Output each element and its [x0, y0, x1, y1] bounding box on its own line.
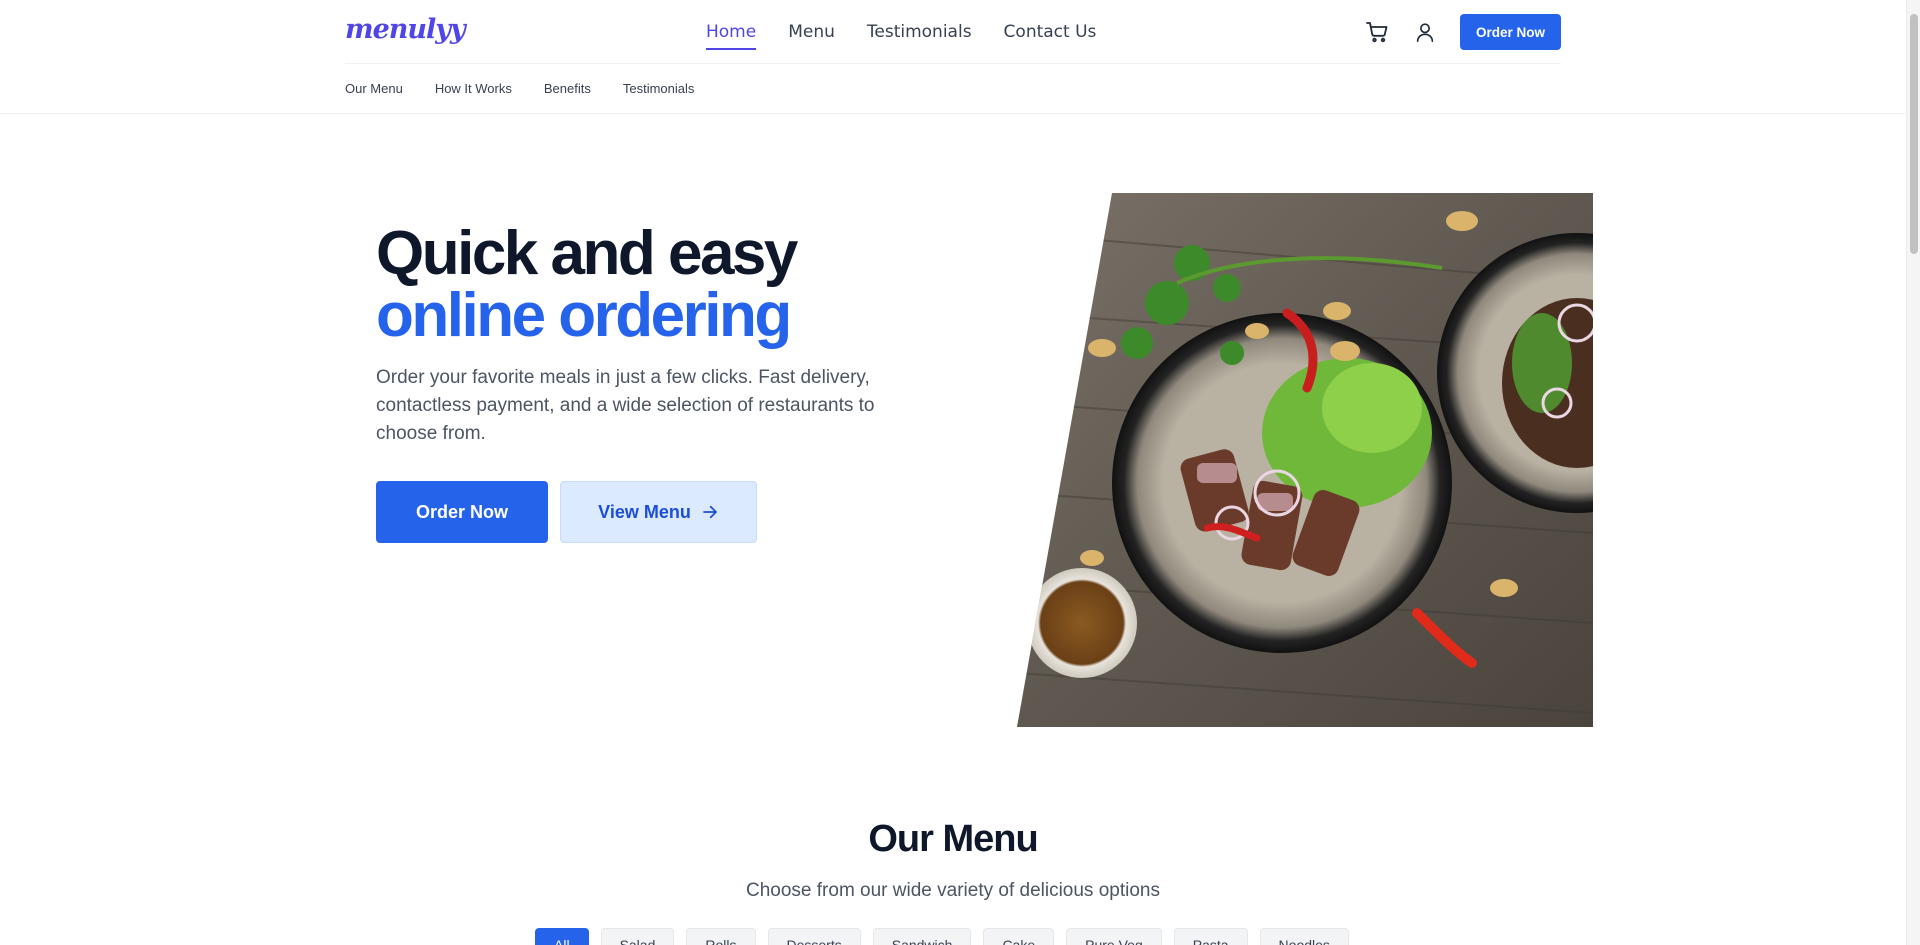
menu-filters: All Salad Rolls Desserts Sandwich Cake P… — [535, 928, 1361, 945]
scrollbar-thumb[interactable] — [1910, 14, 1918, 254]
hero-title-line2: online ordering — [376, 281, 792, 350]
header-order-now-button[interactable]: Order Now — [1460, 14, 1561, 50]
hero-buttons: Order Now View Menu — [376, 481, 757, 543]
filter-desserts[interactable]: Desserts — [767, 928, 861, 945]
hero-title-line1: Quick and easy — [376, 219, 798, 288]
subnav-how-it-works[interactable]: How It Works — [435, 81, 512, 96]
filter-sandwich[interactable]: Sandwich — [872, 928, 972, 945]
hero-order-now-button[interactable]: Order Now — [376, 481, 548, 543]
hero-subtitle: Order your favorite meals in just a few … — [376, 367, 875, 444]
header-actions: Order Now — [1364, 14, 1561, 50]
nav-contact-us[interactable]: Contact Us — [1004, 20, 1097, 50]
filter-salad[interactable]: Salad — [600, 928, 675, 945]
arrow-right-icon — [702, 505, 717, 519]
main-nav: Home Menu Testimonials Contact Us — [706, 20, 1128, 50]
hero-food-image — [1017, 193, 1593, 727]
subnav-our-menu[interactable]: Our Menu — [345, 81, 403, 96]
nav-testimonials[interactable]: Testimonials — [867, 20, 972, 50]
view-menu-label: View Menu — [598, 501, 691, 522]
top-header: menulyy Home Menu Testimonials Contact U… — [0, 0, 1906, 64]
our-menu-title: Our Menu — [868, 818, 1038, 860]
view-menu-button[interactable]: View Menu — [560, 481, 757, 543]
nav-menu[interactable]: Menu — [788, 20, 835, 50]
filter-cake[interactable]: Cake — [983, 928, 1055, 945]
subnav-testimonials[interactable]: Testimonials — [623, 81, 695, 96]
filter-all[interactable]: All — [535, 928, 589, 945]
brand-logo[interactable]: menulyy — [345, 14, 466, 45]
subnav-benefits[interactable]: Benefits — [544, 81, 591, 96]
filter-pasta[interactable]: Pasta — [1173, 928, 1248, 945]
sub-nav: Our Menu How It Works Benefits Testimoni… — [0, 64, 1906, 114]
filter-noodles[interactable]: Noodles — [1259, 928, 1349, 945]
cart-icon[interactable] — [1364, 19, 1390, 45]
hero-title: Quick and easy online ordering — [376, 219, 798, 350]
filter-rolls[interactable]: Rolls — [686, 928, 756, 945]
filter-pure-veg[interactable]: Pure Veg — [1066, 928, 1162, 945]
user-icon[interactable] — [1412, 19, 1438, 45]
nav-home[interactable]: Home — [706, 20, 757, 50]
our-menu-subtitle: Choose from our wide variety of deliciou… — [746, 880, 1160, 901]
header-inner: menulyy Home Menu Testimonials Contact U… — [345, 0, 1561, 64]
sub-nav-links: Our Menu How It Works Benefits Testimoni… — [345, 81, 726, 96]
page-scrollbar[interactable] — [1906, 0, 1920, 945]
